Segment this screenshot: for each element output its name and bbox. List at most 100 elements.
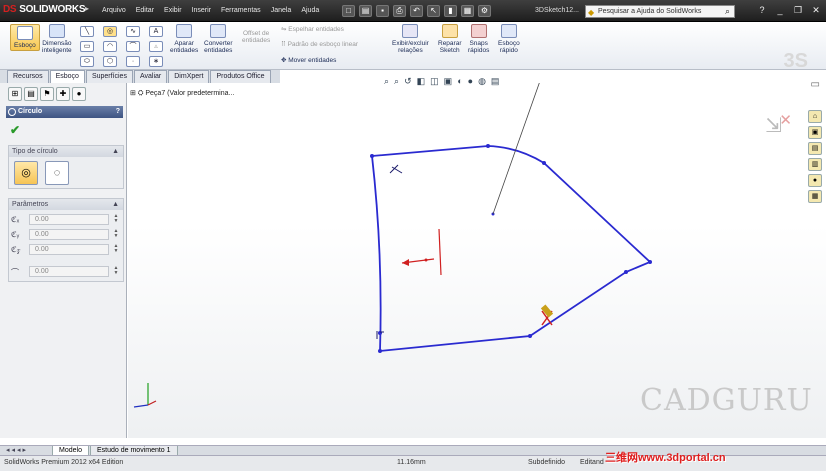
scene-icon[interactable]: ◍ xyxy=(478,76,486,87)
undo-icon[interactable]: ↶ xyxy=(410,5,423,17)
tab-avaliar[interactable]: Avaliar xyxy=(133,70,168,83)
spline-tool-icon[interactable]: ∿ xyxy=(126,26,140,37)
tab-superficies[interactable]: Superfícies xyxy=(85,70,133,83)
dimxpert-icon[interactable]: ✚ xyxy=(56,87,70,101)
minimize-icon[interactable]: _ xyxy=(774,5,786,16)
view-orientation-icon[interactable]: ◫ xyxy=(430,76,439,87)
menu-inserir[interactable]: Inserir xyxy=(187,7,216,14)
edit-appearance-icon[interactable]: ● xyxy=(468,76,473,87)
construction-icon[interactable]: · xyxy=(126,56,140,67)
zoom-area-icon[interactable]: ⌕ xyxy=(394,76,399,87)
plane-tool-icon[interactable]: ▵ xyxy=(149,41,163,52)
restore-icon[interactable]: ❐ xyxy=(792,5,804,16)
property-manager-icon[interactable]: ▤ xyxy=(24,87,38,101)
smart-dimension-button[interactable]: Dimensão inteligente xyxy=(42,24,72,54)
polygon-tool-icon[interactable]: ⬡ xyxy=(103,56,117,67)
status-value: 11.16mm xyxy=(397,459,426,466)
center-circle-icon[interactable]: ◎ xyxy=(14,161,38,185)
open-folder-icon[interactable]: ▤ xyxy=(359,5,372,17)
tab-produtos-office[interactable]: Produtos Office xyxy=(210,70,271,83)
sketch-profile[interactable] xyxy=(371,145,652,352)
menu-ferramentas[interactable]: Ferramentas xyxy=(216,7,266,14)
pm-help-button[interactable]: ? xyxy=(116,106,120,118)
configuration-icon[interactable]: ⚑ xyxy=(40,87,54,101)
graphics-area[interactable]: ⊞ ⛭ Peça7 (Valor predetermina... ▭ ⌂ ▣ ▤… xyxy=(128,76,826,438)
view-settings-icon[interactable]: ▤ xyxy=(491,76,500,87)
relations-icon xyxy=(402,24,419,38)
center-y-row: ℭᵧ 0.00 ▲ ▼ xyxy=(11,228,123,241)
menu-arquivo[interactable]: Arquivo xyxy=(97,7,131,14)
arc-tool-icon[interactable]: ◠ xyxy=(103,41,117,52)
rapid-sketch-button[interactable]: Esboço rápido xyxy=(498,24,520,54)
cancel-x-icon[interactable]: ✕ xyxy=(779,111,792,129)
linear-pattern-button[interactable]: ⠿ Padrão de esboço linear xyxy=(281,41,358,48)
perimeter-circle-icon[interactable]: ◌ xyxy=(45,161,69,185)
collapse-icon[interactable]: ▲ xyxy=(112,146,119,157)
center-z-field[interactable]: 0.00 xyxy=(29,244,109,255)
edit-mode: Editand xyxy=(580,459,604,466)
radius-icon: ⌒ xyxy=(11,268,19,277)
help-question-icon[interactable]: ? xyxy=(756,5,768,16)
feature-tree-icon[interactable]: ⊞ xyxy=(8,87,22,101)
chevron-right-icon[interactable]: ▸ xyxy=(85,4,93,16)
tab-dimxpert[interactable]: DimXpert xyxy=(168,70,210,83)
ds-watermark-icon: 3S xyxy=(783,50,808,72)
sketch-points[interactable] xyxy=(370,144,652,353)
tab-scroll-arrows-icon[interactable]: ◂◂◂▸ xyxy=(6,446,28,454)
circle-icon xyxy=(8,108,16,116)
previous-view-icon[interactable]: ↺ xyxy=(404,76,412,87)
sketch-state: Subdefinido xyxy=(528,459,565,466)
select-arrow-icon[interactable]: ↖ xyxy=(427,5,440,17)
collapse-icon[interactable]: ▲ xyxy=(112,199,119,210)
mirror-entities-button[interactable]: ⇋ Espelhar entidades xyxy=(281,26,344,33)
circle-type-header[interactable]: Tipo de círculo ▲ xyxy=(9,146,123,157)
fillet-tool-icon[interactable]: ⌒ xyxy=(126,41,140,52)
radius-field[interactable]: 0.00 xyxy=(29,266,109,277)
menu-editar[interactable]: Editar xyxy=(131,7,159,14)
tab-recursos[interactable]: Recursos xyxy=(7,70,49,83)
hide-show-icon[interactable]: ◐ xyxy=(457,76,462,87)
menu-ajuda[interactable]: Ajuda xyxy=(296,7,324,14)
parameters-header[interactable]: Parâmetros ▲ xyxy=(9,199,123,210)
search-icon[interactable]: ⌕ xyxy=(725,6,730,17)
radius-row: ⌒ 0.00 ▲ ▼ xyxy=(11,265,123,278)
rectangle-tool-icon[interactable]: ▭ xyxy=(80,41,94,52)
spinner-icon[interactable]: ▲ ▼ xyxy=(112,266,120,277)
circle-tool-icon[interactable]: ◎ xyxy=(103,26,117,37)
new-document-icon[interactable]: □ xyxy=(342,5,355,17)
line-tool-icon[interactable]: ╲ xyxy=(80,26,94,37)
point-tool-icon[interactable]: ∗ xyxy=(149,56,163,67)
ok-check-icon[interactable]: ✔ xyxy=(10,123,20,137)
repair-sketch-button[interactable]: Reparar Sketch xyxy=(438,24,461,54)
zoom-to-fit-icon[interactable]: ⌕ xyxy=(384,76,389,87)
move-entities-button[interactable]: ✥ Mover entidades xyxy=(281,57,336,64)
text-tool-icon[interactable]: A xyxy=(149,26,163,37)
save-icon[interactable]: ▪ xyxy=(376,5,389,17)
spinner-icon[interactable]: ▲ ▼ xyxy=(112,214,120,225)
tab-esboco[interactable]: Esboço xyxy=(49,70,85,83)
menu-exibir[interactable]: Exibir xyxy=(159,7,187,14)
close-icon[interactable]: ✕ xyxy=(810,5,822,16)
convert-entities-button[interactable]: Converter entidades xyxy=(204,24,233,54)
slot-tool-icon[interactable]: ⬭ xyxy=(80,56,94,67)
display-style-icon[interactable]: ▣ xyxy=(444,76,453,87)
display-delete-relations-button[interactable]: Exibir/excluir relações xyxy=(392,24,429,54)
solidworks-logo[interactable]: DS SOLIDWORKS xyxy=(3,4,85,15)
sketch-button[interactable]: Esboço xyxy=(10,24,40,51)
help-search-input[interactable]: ◆ Pesquisar a Ajuda do SolidWorks ⌕ xyxy=(585,5,735,18)
file-properties-icon[interactable]: ▦ xyxy=(461,5,474,17)
spinner-icon[interactable]: ▲ ▼ xyxy=(112,244,120,255)
offset-entities-button[interactable]: Offset de entidades xyxy=(242,30,270,44)
center-y-field[interactable]: 0.00 xyxy=(29,229,109,240)
appearance-icon[interactable]: ● xyxy=(72,87,86,101)
center-x-field[interactable]: 0.00 xyxy=(29,214,109,225)
rebuild-icon[interactable]: ▮ xyxy=(444,5,457,17)
spinner-icon[interactable]: ▲ ▼ xyxy=(112,229,120,240)
print-icon[interactable]: ⎙ xyxy=(393,5,406,17)
section-view-icon[interactable]: ◧ xyxy=(417,76,426,87)
trim-entities-button[interactable]: Aparar entidades xyxy=(170,24,198,54)
quick-snaps-button[interactable]: Snaps rápidos xyxy=(468,24,489,54)
menu-janela[interactable]: Janela xyxy=(266,7,297,14)
options-gear-icon[interactable]: ⚙ xyxy=(478,5,491,17)
view-toolbar: ⌕ ⌕ ↺ ◧ ◫ ▣ ◐ ● ◍ ▤ xyxy=(384,76,499,87)
